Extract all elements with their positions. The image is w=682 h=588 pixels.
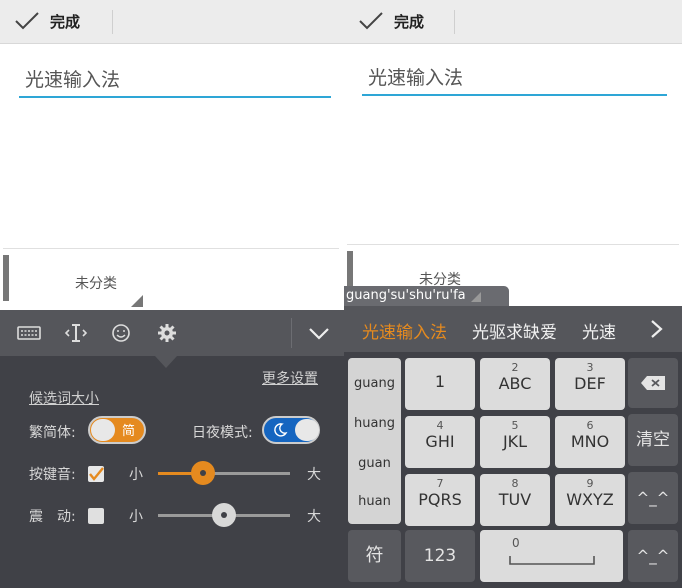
done-button[interactable]: 完成 — [358, 10, 424, 32]
category-area[interactable]: 未分类 — [3, 248, 339, 310]
space-bar-icon — [509, 556, 595, 565]
numpad-key[interactable]: 1 — [405, 358, 475, 410]
toggle-value: 简 — [122, 424, 136, 439]
numpad-key-number: 6 — [586, 419, 594, 432]
pinyin-composition: guang'su'shu'ru'fa — [344, 286, 509, 306]
symbol-key[interactable]: 符 — [348, 530, 401, 582]
number-mode-key[interactable]: 123 — [405, 530, 475, 582]
numpad-key-letters: ABC — [498, 374, 532, 393]
top-bar: 完成 — [0, 0, 344, 44]
vibration-label: 震 动: — [29, 509, 76, 525]
numpad-key-number: 3 — [586, 361, 594, 374]
traditional-simplified-label: 繁简体: — [29, 425, 76, 441]
corner-triangle-icon — [471, 292, 481, 302]
numpad-key-letters: 1 — [434, 372, 446, 391]
numpad-key-number: 8 — [511, 477, 519, 490]
space-key[interactable]: 0 — [480, 530, 623, 582]
candidate-item[interactable]: 光驱求缺爱 — [472, 318, 557, 343]
numpad-key-letters: MNO — [570, 432, 610, 451]
pinyin-option[interactable]: guan — [348, 456, 401, 471]
moon-icon — [274, 423, 288, 437]
numpad-key[interactable]: 6 MNO — [555, 416, 625, 468]
vibration-max: 大 — [307, 509, 321, 525]
checkmark-icon — [89, 467, 104, 481]
done-button[interactable]: 完成 — [14, 10, 80, 32]
pinyin-composition-text: guang'su'shu'ru'fa — [346, 288, 466, 303]
more-settings-link[interactable]: 更多设置 — [262, 368, 318, 388]
numpad-key[interactable]: 3 DEF — [555, 358, 625, 410]
pinyin-option[interactable]: huan — [348, 494, 401, 509]
candidate-size-link[interactable]: 候选词大小 — [29, 388, 99, 408]
chevron-down-icon[interactable] — [306, 322, 332, 344]
category-label: 未分类 — [75, 276, 117, 292]
pinyin-option[interactable]: guang — [348, 376, 401, 391]
traditional-simplified-toggle[interactable]: 简 — [88, 416, 146, 444]
left-screen: 完成 光速输入法 未分类 更多设置 候选词大小 繁简体: 简 日夜模式: 按键音… — [0, 0, 344, 588]
category-bar — [3, 255, 9, 301]
numpad-key-letters: PQRS — [418, 490, 462, 509]
numpad-key[interactable]: 8 TUV — [480, 474, 550, 526]
vibration-checkbox[interactable] — [88, 508, 104, 524]
checkmark-icon — [359, 12, 383, 30]
candidate-item[interactable]: 光速输入法 — [362, 318, 447, 343]
numpad-key-letters: DEF — [574, 374, 606, 393]
numpad-key-letters: TUV — [498, 490, 532, 509]
key-sound-label: 按键音: — [29, 467, 76, 483]
gear-icon[interactable] — [154, 322, 180, 344]
pinyin-candidate-column[interactable]: guang huang guan huan — [348, 358, 401, 524]
done-label: 完成 — [50, 12, 81, 31]
space-key-number: 0 — [512, 536, 520, 550]
clear-key[interactable]: 清空 — [628, 414, 678, 466]
numpad-key-letters: JKL — [502, 432, 528, 451]
toggle-knob — [91, 419, 115, 441]
numpad-key-letters: WXYZ — [566, 490, 614, 509]
key-sound-checkbox[interactable] — [88, 466, 104, 482]
toolbar-pointer — [155, 356, 177, 368]
numpad-key-letters: GHI — [425, 432, 455, 451]
numpad-key[interactable]: 5 JKL — [480, 416, 550, 468]
numpad-key[interactable]: 2 ABC — [480, 358, 550, 410]
emoticon-key[interactable]: ^_^ — [628, 472, 678, 524]
numpad-key-number: 7 — [436, 477, 444, 490]
candidate-bar: 光速输入法 光驱求缺爱 光速 — [344, 306, 682, 352]
numpad-key-number: 5 — [511, 419, 519, 432]
emoji-icon[interactable] — [108, 322, 134, 344]
night-mode-toggle[interactable] — [262, 416, 320, 444]
text-input[interactable]: 光速输入法 — [19, 66, 331, 98]
emoticon-key[interactable]: ^_^ — [628, 530, 678, 582]
divider — [112, 10, 113, 34]
numpad-key[interactable]: 7 PQRS — [405, 474, 475, 526]
keyboard-icon[interactable] — [16, 322, 42, 344]
backspace-key[interactable] — [628, 358, 678, 408]
candidate-item[interactable]: 光速 — [582, 318, 616, 343]
divider — [454, 10, 455, 34]
right-screen: 完成 光速输入法 未分类 guang'su'shu'ru'fa 光速输入法 光驱… — [344, 0, 682, 588]
toggle-knob — [295, 419, 319, 441]
cursor-move-icon[interactable] — [63, 322, 89, 344]
text-input[interactable]: 光速输入法 — [362, 64, 667, 96]
backspace-icon — [641, 376, 665, 390]
keyboard-toolbar — [0, 310, 344, 356]
key-sound-max: 大 — [307, 467, 321, 483]
numpad-key[interactable]: 4 GHI — [405, 416, 475, 468]
numpad-key[interactable]: 9 WXYZ — [555, 474, 625, 526]
vibration-slider-handle[interactable] — [212, 503, 236, 527]
done-label: 完成 — [394, 12, 425, 31]
pinyin-option[interactable]: huang — [348, 416, 401, 431]
night-mode-label: 日夜模式: — [192, 425, 253, 441]
numpad-key-number: 2 — [511, 361, 519, 374]
numpad-key-number: 9 — [586, 477, 594, 490]
checkmark-icon — [15, 12, 39, 30]
key-sound-min: 小 — [129, 467, 143, 483]
settings-panel: 更多设置 候选词大小 繁简体: 简 日夜模式: 按键音: 小 大 震 动: 小 … — [0, 356, 344, 588]
vibration-min: 小 — [129, 509, 143, 525]
divider — [291, 318, 292, 348]
corner-triangle-icon — [131, 295, 143, 307]
numpad-key-number: 4 — [436, 419, 444, 432]
chevron-right-icon[interactable] — [646, 318, 666, 340]
top-bar: 完成 — [344, 0, 682, 44]
key-sound-slider-handle[interactable] — [190, 461, 215, 485]
keyboard: guang huang guan huan 1 2 ABC 3 DEF 4 GHI 5 JKL 6… — [344, 352, 682, 588]
